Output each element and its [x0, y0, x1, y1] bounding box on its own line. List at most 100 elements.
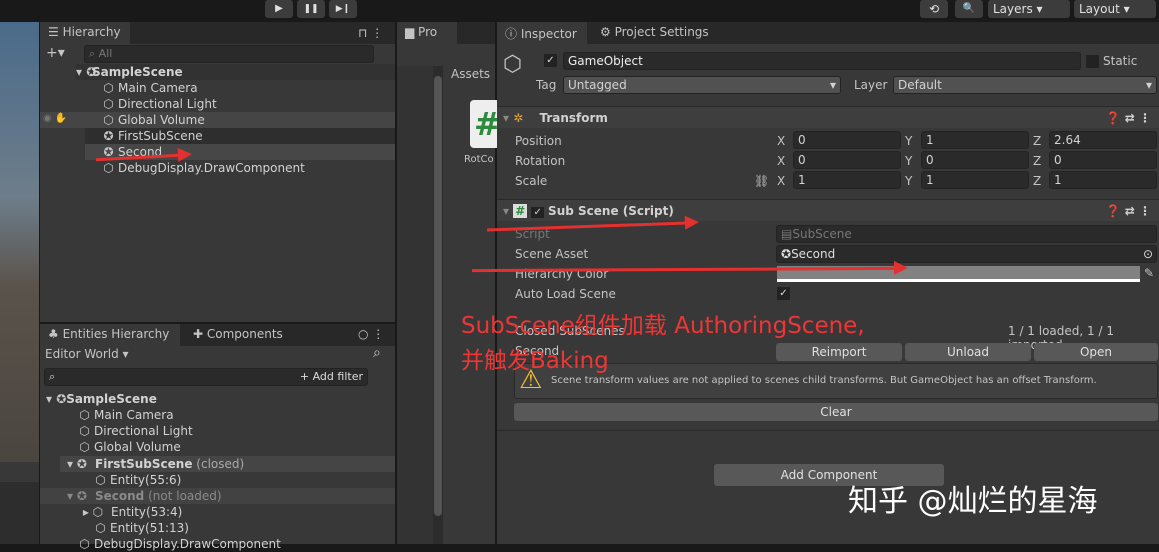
list-item[interactable]: ▾ ✪ SampleScene — [46, 391, 157, 407]
transform-header[interactable]: ▾ ✲ Transform ❓ ⇄ ⋮ — [497, 106, 1159, 128]
tab-hierarchy[interactable]: ☰ Hierarchy — [40, 22, 130, 44]
entity-icon: ⬡ — [95, 521, 106, 535]
scene-asset-field[interactable]: ✪Second ⊙ — [776, 245, 1157, 263]
layer-dropdown[interactable]: Default ▾ — [893, 76, 1157, 94]
list-item[interactable]: ⬡ Main Camera — [78, 407, 173, 423]
reimport-button[interactable]: Reimport — [776, 343, 902, 361]
subscene-enabled-checkbox[interactable]: ✓ — [531, 207, 544, 218]
tag-dropdown[interactable]: Untagged ▾ — [563, 76, 841, 94]
position-x-input[interactable]: 0 — [793, 131, 901, 149]
layers-dropdown[interactable]: Layers ▾ — [988, 0, 1070, 18]
rotation-y-input[interactable]: 0 — [921, 151, 1029, 169]
list-item[interactable]: ⬡ Directional Light — [78, 423, 192, 439]
warning-text: Scene transform values are not applied t… — [551, 375, 1097, 386]
hierarchy-panel: ☰ Hierarchy ⊓ ⋮ +▾ ⌕ All ▾ ✪SampleScene … — [40, 22, 395, 322]
list-item[interactable]: ⬡ Entity(51:13) — [94, 520, 189, 536]
search-icon[interactable]: ⌕ — [373, 345, 381, 361]
tab-project[interactable]: ▆ Pro — [397, 22, 457, 44]
item-label: Second — [95, 489, 145, 503]
lock-icon[interactable]: ⊓ ⋮ — [358, 26, 383, 40]
clear-button[interactable]: Clear — [514, 403, 1158, 421]
component-menu-icon[interactable]: ❓ ⇄ ⋮ — [1106, 200, 1151, 222]
item-status: (not loaded) — [148, 489, 222, 503]
list-item[interactable]: ⬡ DebugDisplay.DrawComponent — [102, 160, 305, 176]
list-item[interactable]: ⬡ Directional Light — [102, 96, 216, 112]
tab-entities-hierarchy[interactable]: ♣ Entities Hierarchy — [40, 324, 180, 346]
item-label: Entity(51:13) — [110, 521, 189, 535]
menu-icon[interactable]: ○ ⋮ — [358, 327, 384, 341]
item-label: FirstSubScene — [118, 129, 203, 143]
search-button[interactable]: 🔍 — [955, 0, 983, 18]
scene-view[interactable] — [0, 22, 39, 462]
world-dropdown[interactable]: Editor World ▾ — [45, 347, 129, 361]
hierarchy-search-input[interactable]: ⌕ All — [84, 45, 374, 63]
list-item[interactable]: ⬡ DebugDisplay.DrawComponent — [78, 536, 281, 552]
item-label: Global Volume — [118, 113, 205, 127]
asset-name[interactable]: RotCo — [464, 154, 494, 165]
play-button[interactable]: ▶ — [265, 0, 293, 18]
auto-load-checkbox[interactable]: ✓ — [777, 287, 790, 300]
tab-components[interactable]: ✚ Components — [185, 324, 291, 346]
cube-icon: ⬡ — [103, 97, 114, 111]
list-item[interactable]: ▾ ✪ FirstSubScene (closed) — [62, 456, 244, 472]
add-filter-button[interactable]: + Add filter — [300, 369, 363, 385]
scrollbar[interactable] — [433, 66, 443, 544]
scene-icon: ▾ ✪ — [67, 457, 87, 471]
tab-project-settings[interactable]: ⚙ Project Settings — [592, 22, 717, 44]
create-button[interactable]: +▾ — [46, 45, 65, 61]
cube-icon: ⬡ — [103, 81, 114, 95]
list-item[interactable]: ⬡ Main Camera — [102, 80, 197, 96]
cube-icon: ⬡ — [79, 537, 90, 551]
object-picker-icon[interactable]: ⊙ — [1143, 246, 1153, 262]
position-z-input[interactable]: 2.64 — [1049, 131, 1157, 149]
assets-breadcrumb[interactable]: Assets — [451, 67, 490, 81]
position-y-input[interactable]: 1 — [921, 131, 1029, 149]
rotation-x-input[interactable]: 0 — [793, 151, 901, 169]
name-input[interactable]: GameObject — [563, 52, 1081, 70]
history-button[interactable]: ⟲ — [920, 0, 948, 18]
cube-icon: ⬡ — [79, 424, 90, 438]
scene-icon: ✪ — [103, 129, 114, 143]
project-panel: ▆ Pro Assets # RotCo — [397, 22, 501, 544]
axis-label-y: Y — [905, 134, 913, 148]
list-item[interactable]: ✪ FirstSubScene — [102, 128, 203, 144]
project-tree[interactable] — [397, 66, 433, 544]
script-asset-icon[interactable]: # — [470, 100, 501, 148]
item-label: DebugDisplay.DrawComponent — [94, 537, 281, 551]
unload-button[interactable]: Unload — [905, 343, 1031, 361]
tag-label: Tag — [536, 78, 557, 92]
static-checkbox[interactable] — [1086, 55, 1099, 68]
rotation-z-input[interactable]: 0 — [1049, 151, 1157, 169]
list-item[interactable]: ▾ ✪ Second (not loaded) — [62, 488, 222, 504]
list-item[interactable]: ⬡ Global Volume — [102, 112, 205, 128]
game-view[interactable] — [0, 462, 39, 544]
open-button[interactable]: Open — [1034, 343, 1158, 361]
scale-x-input[interactable]: 1 — [793, 171, 901, 189]
list-item[interactable]: ⬡ Global Volume — [78, 439, 180, 455]
gameobject-icon: ⬡ — [503, 52, 523, 77]
list-item[interactable]: ▸ ⬡ Entity(53:4) — [78, 504, 183, 520]
subscene-header[interactable]: ▾ # ✓ Sub Scene (Script) ❓ ⇄ ⋮ — [497, 199, 1159, 221]
axis-label-x: X — [777, 174, 786, 188]
transform-row-label: Rotation — [515, 154, 566, 168]
layout-dropdown[interactable]: Layout ▾ — [1074, 0, 1156, 18]
axis-label-z: Z — [1033, 134, 1042, 148]
list-item[interactable]: ⬡ Entity(55:6) — [94, 472, 181, 488]
scale-z-input[interactable]: 1 — [1049, 171, 1157, 189]
watermark: 知乎 @灿烂的星海 — [848, 484, 1098, 519]
active-checkbox[interactable]: ✓ — [544, 54, 557, 67]
entity-icon: ▸ ⬡ — [82, 505, 104, 519]
step-button[interactable]: ▶❙ — [329, 0, 357, 18]
pause-button[interactable]: ❚❚ — [297, 0, 325, 18]
scene-asset-value: Second — [791, 247, 836, 261]
eyedropper-icon[interactable]: ✎ — [1144, 266, 1154, 280]
script-icon: # — [513, 204, 528, 218]
scene-icon: ▾ ✪ — [67, 489, 87, 503]
entities-search-input[interactable]: ⌕ + Add filter — [44, 368, 368, 386]
eye-icon[interactable]: ◉ ✋ — [43, 113, 67, 124]
list-item[interactable]: ▾ ✪SampleScene — [76, 64, 395, 80]
component-menu-icon[interactable]: ❓ ⇄ ⋮ — [1106, 107, 1151, 129]
constrain-proportions-icon[interactable]: ⛓ — [754, 174, 769, 188]
scale-y-input[interactable]: 1 — [921, 171, 1029, 189]
tab-inspector[interactable]: ⓘ Inspector — [497, 22, 587, 44]
